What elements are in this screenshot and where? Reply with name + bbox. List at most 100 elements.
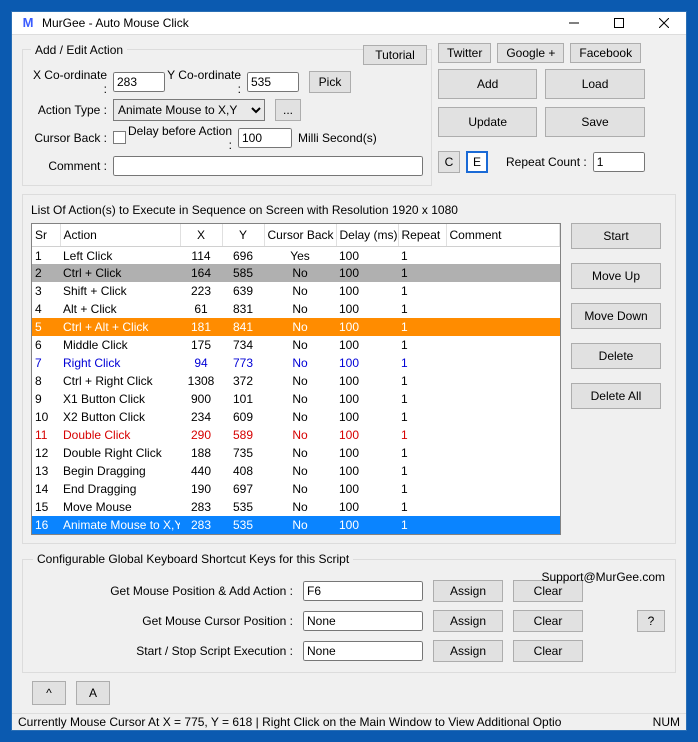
table-row[interactable]: 15Move Mouse283535No1001 <box>32 498 560 516</box>
cell-sr: 12 <box>32 444 60 462</box>
caret-button[interactable]: ^ <box>32 681 66 705</box>
titlebar[interactable]: M MurGee - Auto Mouse Click <box>12 12 686 35</box>
window-title: MurGee - Auto Mouse Click <box>42 16 551 30</box>
table-row[interactable]: 7Right Click94773No1001 <box>32 354 560 372</box>
cell-cb: No <box>264 318 336 336</box>
table-row[interactable]: 11Double Click290589No1001 <box>32 426 560 444</box>
cell-action: Alt + Click <box>60 300 180 318</box>
cell-comment <box>446 408 560 426</box>
cell-delay: 100 <box>336 246 398 264</box>
cell-action: Ctrl + Alt + Click <box>60 318 180 336</box>
close-button[interactable] <box>641 12 686 34</box>
th-x[interactable]: X <box>180 224 222 247</box>
cell-y: 734 <box>222 336 264 354</box>
sh1-input[interactable] <box>303 581 423 601</box>
cell-y: 535 <box>222 516 264 534</box>
more-button[interactable]: ... <box>275 99 301 121</box>
cell-sr: 5 <box>32 318 60 336</box>
a-button[interactable]: A <box>76 681 110 705</box>
cell-sr: 6 <box>32 336 60 354</box>
e-button[interactable]: E <box>466 151 488 173</box>
delete-all-button[interactable]: Delete All <box>571 383 661 409</box>
update-button[interactable]: Update <box>438 107 537 137</box>
delay-input[interactable] <box>238 128 292 148</box>
sh3-clear[interactable]: Clear <box>513 640 583 662</box>
repeat-label: Repeat Count : <box>506 155 587 169</box>
table-row[interactable]: 2Ctrl + Click164585No1001 <box>32 264 560 282</box>
table-row[interactable]: 3Shift + Click223639No1001 <box>32 282 560 300</box>
cell-x: 900 <box>180 390 222 408</box>
table-row[interactable]: 14End Dragging190697No1001 <box>32 480 560 498</box>
c-button[interactable]: C <box>438 151 460 173</box>
status-num: NUM <box>653 715 680 729</box>
cursor-back-label: Cursor Back : <box>31 131 113 145</box>
cell-delay: 100 <box>336 336 398 354</box>
add-button[interactable]: Add <box>438 69 537 99</box>
table-row[interactable]: 8Ctrl + Right Click1308372No1001 <box>32 372 560 390</box>
load-button[interactable]: Load <box>545 69 644 99</box>
delete-button[interactable]: Delete <box>571 343 661 369</box>
google-button[interactable]: Google + <box>497 43 564 63</box>
table-row[interactable]: 10X2 Button Click234609No1001 <box>32 408 560 426</box>
cell-y: 831 <box>222 300 264 318</box>
cell-repeat: 1 <box>398 300 446 318</box>
list-description: List Of Action(s) to Execute in Sequence… <box>31 203 667 217</box>
cell-comment <box>446 516 560 534</box>
table-row[interactable]: 4Alt + Click61831No1001 <box>32 300 560 318</box>
sh3-input[interactable] <box>303 641 423 661</box>
th-repeat[interactable]: Repeat <box>398 224 446 247</box>
table-row[interactable]: 12Double Right Click188735No1001 <box>32 444 560 462</box>
cell-repeat: 1 <box>398 336 446 354</box>
th-y[interactable]: Y <box>222 224 264 247</box>
cell-action: X1 Button Click <box>60 390 180 408</box>
cell-y: 609 <box>222 408 264 426</box>
table-row[interactable]: 6Middle Click175734No1001 <box>32 336 560 354</box>
action-type-select[interactable]: Animate Mouse to X,Y <box>113 99 265 121</box>
table-row[interactable]: 16Animate Mouse to X,Y283535No1001 <box>32 516 560 534</box>
tutorial-button[interactable]: Tutorial <box>363 45 427 65</box>
comment-label: Comment : <box>31 159 113 173</box>
cell-x: 175 <box>180 336 222 354</box>
cell-comment <box>446 390 560 408</box>
th-delay[interactable]: Delay (ms) <box>336 224 398 247</box>
th-comment[interactable]: Comment <box>446 224 560 247</box>
cell-cb: No <box>264 480 336 498</box>
table-row[interactable]: 9X1 Button Click900101No1001 <box>32 390 560 408</box>
start-button[interactable]: Start <box>571 223 661 249</box>
cell-action: Right Click <box>60 354 180 372</box>
cell-sr: 2 <box>32 264 60 282</box>
minimize-button[interactable] <box>551 12 596 34</box>
cell-sr: 16 <box>32 516 60 534</box>
cell-y: 372 <box>222 372 264 390</box>
table-row[interactable]: 13Begin Dragging440408No1001 <box>32 462 560 480</box>
facebook-button[interactable]: Facebook <box>570 43 641 63</box>
th-action[interactable]: Action <box>60 224 180 247</box>
cell-delay: 100 <box>336 408 398 426</box>
move-down-button[interactable]: Move Down <box>571 303 661 329</box>
cell-y: 101 <box>222 390 264 408</box>
sh3-assign[interactable]: Assign <box>433 640 503 662</box>
twitter-button[interactable]: Twitter <box>438 43 491 63</box>
help-button[interactable]: ? <box>637 610 665 632</box>
table-row[interactable]: 1Left Click114696Yes1001 <box>32 246 560 264</box>
save-button[interactable]: Save <box>545 107 644 137</box>
y-input[interactable] <box>247 72 299 92</box>
table-row[interactable]: 5Ctrl + Alt + Click181841No1001 <box>32 318 560 336</box>
sh2-input[interactable] <box>303 611 423 631</box>
maximize-button[interactable] <box>596 12 641 34</box>
repeat-input[interactable] <box>593 152 645 172</box>
th-cb[interactable]: Cursor Back <box>264 224 336 247</box>
move-up-button[interactable]: Move Up <box>571 263 661 289</box>
sh1-assign[interactable]: Assign <box>433 580 503 602</box>
support-link[interactable]: Support@MurGee.com <box>541 570 665 584</box>
sh2-assign[interactable]: Assign <box>433 610 503 632</box>
action-table[interactable]: Sr Action X Y Cursor Back Delay (ms) Rep… <box>31 223 561 536</box>
cell-x: 188 <box>180 444 222 462</box>
x-input[interactable] <box>113 72 165 92</box>
th-sr[interactable]: Sr <box>32 224 60 247</box>
pick-button[interactable]: Pick <box>309 71 351 93</box>
sh2-clear[interactable]: Clear <box>513 610 583 632</box>
comment-input[interactable] <box>113 156 423 176</box>
cursor-back-checkbox[interactable] <box>113 131 126 144</box>
cell-x: 164 <box>180 264 222 282</box>
